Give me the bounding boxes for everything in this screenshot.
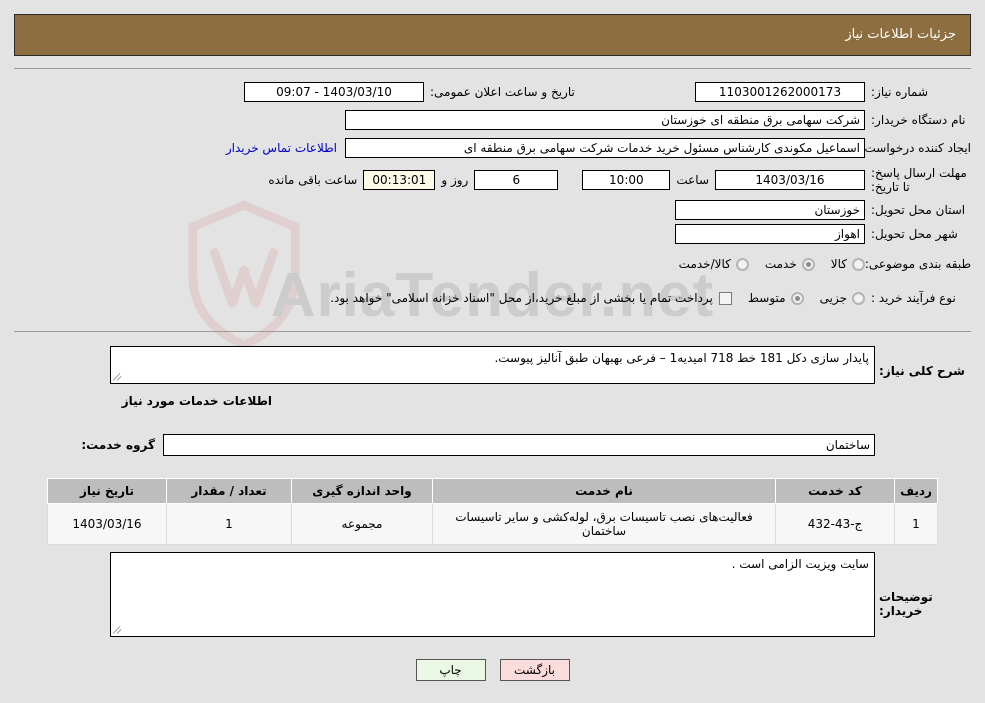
description-textarea[interactable]: پایدار سازی دکل 181 خط 718 امیدیه1 – فرع… bbox=[110, 346, 875, 384]
category-option-khedmat[interactable]: خدمت bbox=[749, 257, 815, 271]
radio-icon[interactable] bbox=[801, 257, 815, 271]
page-header-bar: جزئیات اطلاعات نیاز bbox=[14, 14, 971, 56]
announce-datetime-value: 09:07 - 1403/03/10 bbox=[244, 82, 424, 102]
radio-icon[interactable] bbox=[790, 291, 804, 305]
deadline-label: مهلت ارسال پاسخ: تا تاریخ: bbox=[871, 166, 967, 194]
category-label: طبقه بندی موضوعی: bbox=[864, 257, 971, 271]
category-option-label: خدمت bbox=[764, 257, 797, 271]
description-text: پایدار سازی دکل 181 خط 718 امیدیه1 – فرع… bbox=[494, 351, 869, 365]
city-value: اهواز bbox=[675, 224, 865, 244]
city-label: شهر محل تحویل: bbox=[871, 227, 958, 241]
radio-icon[interactable] bbox=[852, 257, 865, 271]
service-group-label: گروه خدمت: bbox=[81, 438, 155, 452]
print-button[interactable]: چاپ bbox=[415, 659, 486, 681]
category-option-label: کالا bbox=[830, 257, 847, 271]
service-group-value: ساختمان bbox=[163, 434, 875, 456]
radio-icon[interactable] bbox=[735, 257, 749, 271]
services-section-heading: اطلاعات خدمات مورد نیاز bbox=[121, 394, 272, 408]
buyer-notes-text: سایت ویزیت الزامی است . bbox=[731, 557, 869, 571]
buyer-org-row: نام دستگاه خریدار: شرکت سهامی برق منطقه … bbox=[345, 110, 971, 130]
announce-datetime-label: تاریخ و ساعت اعلان عمومی: bbox=[430, 85, 575, 99]
back-button[interactable]: بازگشت bbox=[499, 659, 570, 681]
deadline-hour-value: 10:00 bbox=[582, 170, 671, 190]
process-option-jozei[interactable]: جزیی bbox=[804, 291, 865, 305]
need-number-value: 1103001262000173 bbox=[695, 82, 865, 102]
creator-value: اسماعیل مکوندی کارشناس مسئول خرید خدمات … bbox=[345, 138, 865, 158]
page-title: جزئیات اطلاعات نیاز bbox=[845, 27, 956, 42]
resize-grip-icon[interactable] bbox=[112, 625, 123, 635]
need-number-row: شماره نیاز: 1103001262000173 bbox=[695, 82, 971, 102]
buyer-org-value: شرکت سهامی برق منطقه ای خوزستان bbox=[345, 110, 865, 130]
countdown-label: ساعت باقی مانده bbox=[268, 173, 358, 187]
process-option-label: جزیی bbox=[819, 291, 847, 305]
category-row: طبقه بندی موضوعی: کالا خدمت کالا/خدمت bbox=[663, 257, 971, 271]
buyer-notes-label: توضیحات خریدار: bbox=[879, 590, 933, 618]
action-button-bar: بازگشت چاپ bbox=[0, 659, 985, 681]
announce-datetime-row: تاریخ و ساعت اعلان عمومی: 09:07 - 1403/0… bbox=[244, 82, 605, 102]
process-type-row: نوع فرآیند خرید : جزیی متوسط پرداخت تمام… bbox=[324, 291, 971, 305]
deadline-hour-label: ساعت bbox=[676, 173, 709, 187]
resize-grip-icon[interactable] bbox=[112, 372, 123, 382]
remaining-days-label: روز و bbox=[441, 173, 469, 187]
need-number-label: شماره نیاز: bbox=[871, 85, 928, 99]
creator-label: ایجاد کننده درخواست: bbox=[860, 141, 971, 155]
remaining-days-value: 6 bbox=[474, 170, 559, 190]
province-value: خوزستان bbox=[675, 200, 865, 220]
creator-row: ایجاد کننده درخواست: اسماعیل مکوندی کارش… bbox=[226, 138, 971, 158]
city-row: شهر محل تحویل: اهواز bbox=[675, 224, 971, 244]
category-option-kala-khedmat[interactable]: کالا/خدمت bbox=[663, 257, 749, 271]
radio-icon[interactable] bbox=[852, 291, 865, 305]
description-label: شرح کلی نیاز: bbox=[879, 364, 965, 378]
buyer-notes-textarea[interactable]: سایت ویزیت الزامی است . bbox=[110, 552, 875, 637]
category-option-label: کالا/خدمت bbox=[678, 257, 731, 271]
province-label: استان محل تحویل: bbox=[871, 203, 966, 217]
treasury-bond-checkbox[interactable] bbox=[718, 291, 732, 305]
process-option-label: متوسط bbox=[747, 291, 786, 305]
province-row: استان محل تحویل: خوزستان bbox=[675, 200, 971, 220]
process-type-label: نوع فرآیند خرید : bbox=[871, 291, 956, 305]
category-option-kala[interactable]: کالا bbox=[815, 257, 865, 271]
buyer-contact-link[interactable]: اطلاعات تماس خریدار bbox=[226, 141, 345, 155]
deadline-row: مهلت ارسال پاسخ: تا تاریخ: 1403/03/16 سا… bbox=[262, 166, 971, 194]
treasury-bond-note: پرداخت تمام یا بخشی از مبلغ خرید،از محل … bbox=[330, 291, 713, 305]
countdown-timer: 00:13:01 bbox=[363, 170, 436, 190]
deadline-date-value: 1403/03/16 bbox=[715, 170, 865, 190]
buyer-org-label: نام دستگاه خریدار: bbox=[871, 113, 966, 127]
process-option-motavaset[interactable]: متوسط bbox=[732, 291, 804, 305]
